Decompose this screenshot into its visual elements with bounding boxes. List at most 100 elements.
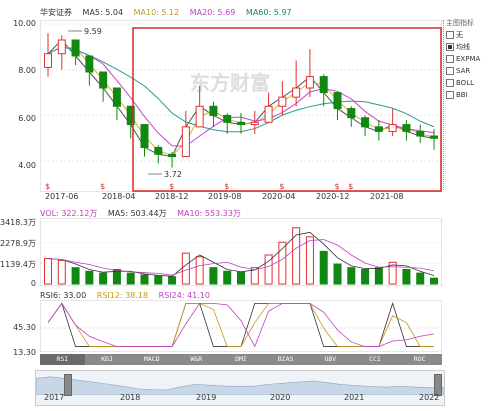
- rsi-legend: RSI6: 33.00 RSI12: 38.18 RSI24: 41.10: [40, 291, 218, 300]
- ma5-line: [47, 39, 435, 158]
- rsi24-label: RSI24: 41.10: [158, 291, 210, 300]
- candle-body: [209, 105, 218, 116]
- y-tick-10: 10.00: [13, 19, 36, 28]
- checkbox-none[interactable]: [446, 31, 454, 39]
- range-navigator[interactable]: 2017 2018 2019 2020 2021 2022: [35, 370, 445, 406]
- vol-ma5-label: MA5: 503.44万: [107, 209, 167, 218]
- volume-bar: [319, 250, 328, 285]
- rsi12-label: RSI12: 38.18: [96, 291, 149, 300]
- volume-bar: [402, 268, 411, 285]
- candle-body: [57, 39, 66, 55]
- candle-body: [85, 55, 94, 73]
- vol-label: VOL: 322.12万: [40, 209, 98, 218]
- candle-body: [292, 87, 301, 98]
- tab-cci[interactable]: CCI: [353, 354, 398, 365]
- vol-tick-1: 3418.3万: [0, 218, 36, 227]
- tab-rsi[interactable]: RSI: [40, 354, 85, 365]
- event-flag-icon: $: [224, 182, 229, 191]
- volume-bar: [44, 258, 52, 285]
- nav-year-2018: 2018: [120, 393, 141, 402]
- ma60-label: MA60: 5.97: [245, 8, 292, 17]
- checkbox-ma[interactable]: [446, 43, 454, 51]
- watermark: 东方财富: [190, 71, 270, 95]
- candle-body: [237, 121, 245, 126]
- event-flag-icon: $: [100, 182, 105, 191]
- volume-bar: [99, 272, 108, 285]
- tab-kdj[interactable]: KDJ: [85, 354, 130, 365]
- sidebar-item-boll[interactable]: BOLL: [446, 77, 499, 89]
- candle-body: [374, 126, 383, 132]
- nav-year-2022: 2022: [419, 393, 440, 402]
- volume-bar: [305, 236, 314, 285]
- rsi-tick-2: 13.30: [13, 348, 36, 357]
- candle-body: [168, 153, 177, 158]
- y-tick-8: 8.00: [18, 66, 36, 75]
- indicator-sidebar: 主图指标 无 均线 EXPMA SAR BOLL BBI: [446, 17, 499, 101]
- candle-body: [181, 126, 190, 158]
- sidebar-item-sar[interactable]: SAR: [446, 65, 499, 77]
- checkbox-expma[interactable]: [446, 55, 454, 63]
- volume-bar: [333, 263, 342, 285]
- x-tick-5: 2020-04: [262, 192, 296, 201]
- tab-wrr[interactable]: W&R: [174, 354, 219, 365]
- nav-year-2019: 2019: [196, 393, 217, 402]
- sidebar-item-ma[interactable]: 均线: [446, 41, 499, 53]
- volume-bar: [292, 227, 301, 285]
- event-flag-icon: $: [279, 182, 284, 191]
- event-flag-icon: $: [348, 182, 353, 191]
- price-chart[interactable]: 东方财富 9.59 3.72 $ $ $ $ $ $ $: [40, 20, 442, 192]
- candle-body: [44, 53, 52, 68]
- volume-bar: [195, 256, 204, 285]
- chart-legend-bar: 华安证券 MA5: 5.04 MA10: 5.12 MA20: 5.69 MA6…: [40, 7, 300, 18]
- checkbox-sar[interactable]: [446, 67, 454, 75]
- candle-body: [154, 146, 163, 155]
- volume-bar: [237, 271, 245, 285]
- rsi6-line: [47, 302, 434, 347]
- volume-bar: [181, 252, 190, 285]
- ma10-label: MA10: 5.12: [133, 8, 180, 17]
- sidebar-item-bbi[interactable]: BBI: [446, 89, 499, 101]
- x-tick-7: 2021-08: [370, 192, 404, 201]
- event-flag-icon: $: [335, 182, 340, 191]
- tab-roc[interactable]: ROC: [397, 354, 442, 365]
- vol-tick-3: 1139.4万: [0, 260, 36, 269]
- candle-body: [250, 121, 259, 126]
- volume-bar: [126, 272, 135, 285]
- candle-body: [71, 39, 80, 57]
- tab-dmi[interactable]: DMI: [219, 354, 264, 365]
- high-annotation: 9.59: [84, 27, 102, 36]
- volume-chart[interactable]: [40, 218, 442, 286]
- sidebar-item-none[interactable]: 无: [446, 29, 499, 41]
- volume-bar: [71, 267, 80, 285]
- candle-body: [195, 105, 204, 128]
- vol-tick-4: 0: [30, 279, 36, 288]
- volume-bar: [347, 267, 356, 285]
- nav-year-2021: 2021: [344, 393, 365, 402]
- rsi-chart[interactable]: [40, 300, 442, 352]
- candle-body: [99, 71, 108, 89]
- tab-macd[interactable]: MACD: [129, 354, 174, 365]
- sidebar-title: 主图指标: [446, 19, 474, 27]
- tab-bias[interactable]: BIAS: [263, 354, 308, 365]
- sidebar-item-expma[interactable]: EXPMA: [446, 53, 499, 65]
- volume-bar: [374, 267, 383, 285]
- candle-body: [319, 76, 328, 94]
- candle-body: [361, 117, 370, 128]
- checkbox-bbi[interactable]: [446, 91, 454, 99]
- vol-ma10-label: MA10: 553.33万: [177, 209, 241, 218]
- navigator-left-handle[interactable]: [64, 374, 72, 396]
- rsi-chart-border: [40, 300, 442, 352]
- checkbox-boll[interactable]: [446, 79, 454, 87]
- stock-name: 华安证券: [40, 8, 72, 17]
- candle-body: [402, 124, 411, 132]
- volume-bar: [57, 259, 66, 285]
- y-tick-4: 4.00: [18, 161, 36, 170]
- ma20-label: MA20: 5.69: [189, 8, 236, 17]
- volume-bar: [168, 276, 177, 285]
- tab-obv[interactable]: OBV: [308, 354, 353, 365]
- candle-body: [112, 87, 121, 107]
- volume-bar: [209, 267, 218, 285]
- volume-bar: [416, 272, 425, 285]
- rsi6-label: RSI6: 33.00: [40, 291, 87, 300]
- sidebar-border: [443, 20, 444, 190]
